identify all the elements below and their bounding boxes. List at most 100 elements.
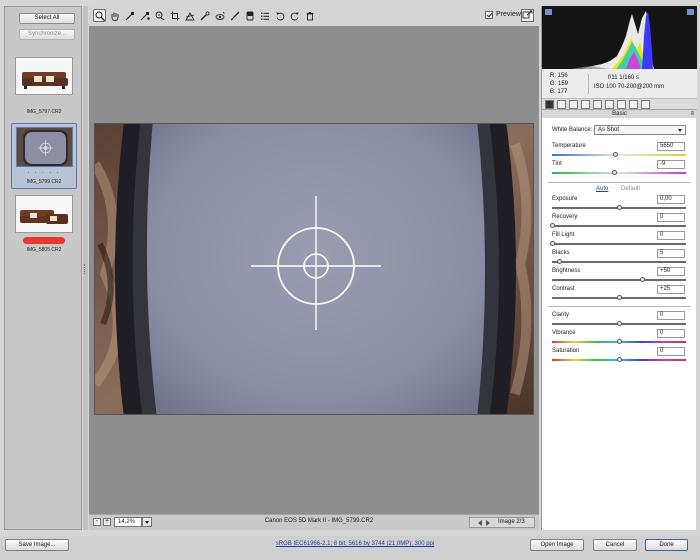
thumbnail-2-selected[interactable]: . . . . . IMG_5799.CR2 — [11, 123, 77, 189]
slider-thumb[interactable] — [617, 321, 622, 326]
image-preview-area[interactable] — [89, 26, 539, 514]
crop-icon[interactable] — [168, 9, 181, 22]
tab-camera-calibration[interactable] — [617, 100, 626, 109]
brightness-slider[interactable]: Brightness +50 — [552, 267, 688, 286]
saturation-slider[interactable]: Saturation 0 — [552, 347, 688, 366]
slider-value-field[interactable]: +25 — [657, 285, 685, 294]
target-adjust-icon[interactable] — [153, 9, 166, 22]
spot-removal-icon[interactable] — [198, 9, 211, 22]
image-count: Image 2/3 — [498, 519, 525, 525]
slider-track[interactable] — [552, 243, 686, 245]
slider-label: Temperature — [552, 143, 586, 149]
slider-track[interactable] — [552, 172, 686, 174]
vibrance-slider[interactable]: Vibrance 0 — [552, 329, 688, 348]
zoom-icon[interactable] — [93, 9, 106, 22]
slider-track[interactable] — [552, 154, 686, 156]
highlight-clipping-icon[interactable] — [687, 9, 694, 15]
slider-track[interactable] — [552, 279, 686, 281]
slider-value-field[interactable]: 0 — [657, 329, 685, 338]
slider-value-field[interactable]: -9 — [657, 160, 685, 169]
slider-thumb[interactable] — [617, 295, 622, 300]
tab-hsl[interactable] — [581, 100, 590, 109]
slider-thumb[interactable] — [617, 339, 622, 344]
recovery-slider[interactable]: Recovery 0 — [550, 213, 688, 232]
slider-track[interactable] — [552, 225, 686, 227]
tab-basic[interactable] — [545, 100, 554, 109]
fullscreen-icon[interactable] — [521, 9, 534, 22]
red-eye-icon[interactable] — [213, 9, 226, 22]
white-balance-select[interactable]: As Shot — [594, 125, 686, 135]
slider-value-field[interactable]: 0 — [657, 231, 685, 240]
straighten-icon[interactable] — [183, 9, 196, 22]
slider-thumb[interactable] — [639, 277, 645, 282]
cancel-button[interactable]: Cancel — [593, 539, 637, 551]
save-image-button[interactable]: Save Image... — [5, 539, 69, 551]
slider-thumb[interactable] — [550, 223, 555, 228]
slider-thumb[interactable] — [556, 259, 562, 264]
workflow-options-link[interactable]: sRGB IEC61966-2.1; 8 bit; 5616 by 3744 (… — [250, 541, 460, 547]
done-button[interactable]: Done — [645, 539, 688, 551]
graduated-filter-icon[interactable] — [243, 9, 256, 22]
rating-dots[interactable]: . . . . . — [12, 169, 76, 175]
aperture-shutter: f/11 1/160 s — [608, 75, 639, 81]
tint-slider[interactable]: Tint -9 — [552, 160, 688, 179]
thumbnail-1[interactable]: IMG_5797.CR2 — [11, 55, 77, 119]
panel-splitter[interactable] — [83, 6, 88, 530]
zoom-in-button[interactable]: + — [103, 518, 111, 526]
zoom-dropdown[interactable] — [142, 517, 152, 527]
temperature-slider[interactable]: Temperature 5650 — [552, 142, 688, 161]
camera-settings: f/11 1/160 s ISO 100 70-200@200 mm — [594, 74, 694, 92]
exposure-slider[interactable]: Exposure 0,00 — [552, 195, 688, 214]
white-balance-icon[interactable] — [123, 9, 136, 22]
color-sampler-icon[interactable] — [138, 9, 151, 22]
slider-thumb[interactable] — [550, 241, 555, 246]
tab-lens[interactable] — [605, 100, 614, 109]
slider-value-field[interactable]: +50 — [657, 267, 685, 276]
tab-tone-curve[interactable] — [557, 100, 566, 109]
tab-detail[interactable] — [569, 100, 578, 109]
slider-value-field[interactable]: 0,00 — [657, 195, 685, 204]
zoom-level-field[interactable]: 14,2% — [114, 517, 142, 527]
select-all-button[interactable]: Select All — [19, 13, 75, 24]
panel-menu-icon[interactable]: ≡ — [690, 110, 694, 118]
default-link[interactable]: Default — [621, 186, 640, 192]
previous-image-icon[interactable] — [478, 520, 482, 526]
open-image-button[interactable]: Open Image — [530, 539, 584, 551]
slider-track[interactable] — [552, 261, 686, 263]
slider-value-field[interactable]: 5 — [657, 249, 685, 258]
next-image-icon[interactable] — [486, 520, 490, 526]
slider-thumb[interactable] — [612, 152, 618, 157]
tab-snapshots[interactable] — [641, 100, 650, 109]
slider-value-field[interactable]: 0 — [657, 213, 685, 222]
splitter-grip[interactable] — [84, 264, 87, 274]
tab-split-toning[interactable] — [593, 100, 602, 109]
photo-preview[interactable] — [94, 123, 534, 415]
clarity-slider[interactable]: Clarity 0 — [552, 311, 688, 330]
zoom-out-button[interactable]: - — [93, 518, 101, 526]
hand-icon[interactable] — [108, 9, 121, 22]
slider-thumb[interactable] — [611, 170, 617, 175]
rotate-left-icon[interactable] — [273, 9, 286, 22]
preview-checkbox[interactable] — [485, 11, 493, 19]
blacks-slider[interactable]: Blacks 5 — [552, 249, 688, 268]
slider-value-field[interactable]: 0 — [657, 347, 685, 356]
slider-value-field[interactable]: 5650 — [657, 142, 685, 151]
tab-presets[interactable] — [629, 100, 638, 109]
trash-icon[interactable] — [303, 9, 316, 22]
slider-thumb[interactable] — [617, 205, 622, 210]
auto-link[interactable]: Auto — [596, 186, 608, 192]
thumbnail-3[interactable]: IMG_5805.CR2 — [11, 193, 77, 257]
preferences-icon[interactable] — [258, 9, 271, 22]
slider-value-field[interactable]: 0 — [657, 311, 685, 320]
synchronize-button[interactable]: Synchronize... — [19, 29, 75, 40]
thumbnail-label: IMG_5805.CR2 — [26, 247, 62, 253]
rotate-right-icon[interactable] — [288, 9, 301, 22]
slider-thumb[interactable] — [617, 357, 622, 362]
contrast-slider[interactable]: Contrast +25 — [552, 285, 688, 304]
red-color-label — [23, 237, 65, 244]
adjustment-brush-icon[interactable] — [228, 9, 241, 22]
thumbnail-image — [15, 57, 73, 95]
fill-light-slider[interactable]: Fill Light 0 — [550, 231, 688, 250]
shadow-clipping-icon[interactable] — [545, 9, 552, 15]
image-navigator: Image 2/3 — [469, 517, 535, 528]
